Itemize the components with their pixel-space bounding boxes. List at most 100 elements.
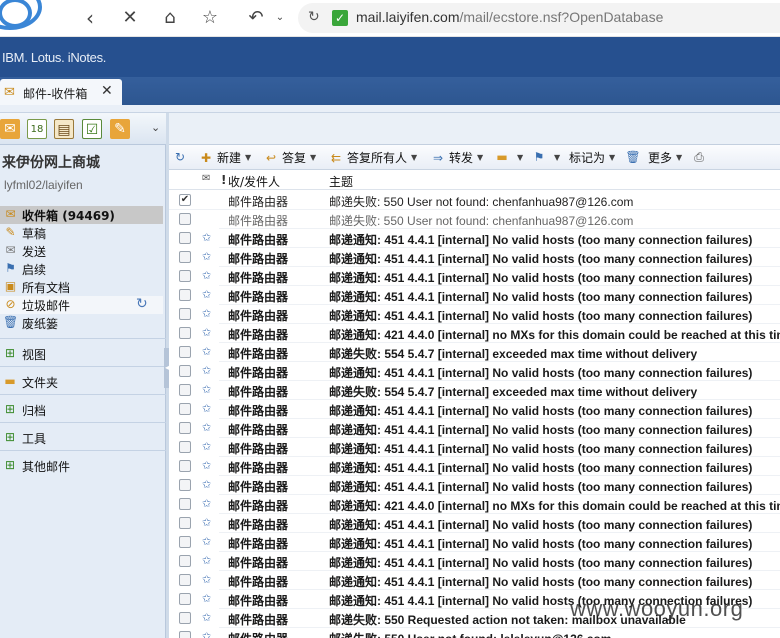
contacts-icon[interactable]: ▤ <box>54 119 74 139</box>
select-checkbox[interactable] <box>179 498 191 510</box>
select-checkbox[interactable] <box>179 612 191 624</box>
message-row[interactable]: ✔ 邮件路由器 邮递失败: 550 User not found: chenfanh… <box>169 191 780 210</box>
close-icon[interactable]: ✕ <box>116 5 144 31</box>
folder-all-docs[interactable]: ▣ 所有文档 <box>0 278 166 296</box>
calendar-icon[interactable]: 18 <box>27 119 47 139</box>
select-checkbox[interactable] <box>179 289 191 301</box>
new-button[interactable]: ✚ 新建 ▼ <box>198 149 251 167</box>
section-views[interactable]: ⊞ 视图 <box>0 338 166 366</box>
message-row[interactable]: ✩ 邮件路由器 邮递通知: 421 4.4.0 [internal] no MXs … <box>169 495 780 514</box>
select-checkbox[interactable] <box>179 422 191 434</box>
section-tools[interactable]: ⊞ 工具 <box>0 422 166 450</box>
select-checkbox[interactable] <box>179 327 191 339</box>
select-checkbox[interactable] <box>179 346 191 358</box>
message-row[interactable]: ✩ 邮件路由器 邮递通知: 451 4.4.1 [internal] No vali… <box>169 400 780 419</box>
select-checkbox[interactable] <box>179 251 191 263</box>
section-other-mail[interactable]: ⊞ 其他邮件 <box>0 450 166 478</box>
message-row[interactable]: ✩ 邮件路由器 邮递通知: 451 4.4.1 [internal] No vali… <box>169 267 780 286</box>
todo-icon[interactable]: ☑ <box>82 119 102 139</box>
message-row[interactable]: ✩ 邮件路由器 邮递通知: 451 4.4.1 [internal] No vali… <box>169 229 780 248</box>
select-checkbox[interactable]: ✔ <box>179 194 191 206</box>
notebook-icon[interactable]: ✎ <box>110 119 130 139</box>
print-button[interactable]: ⎙ <box>691 149 710 167</box>
message-row[interactable]: ✩ 邮件路由器 邮递通知: 451 4.4.1 [internal] No vali… <box>169 305 780 324</box>
importance-column[interactable]: ! <box>221 173 226 187</box>
dropdown-arrow-icon[interactable]: ▼ <box>477 153 483 162</box>
select-checkbox[interactable] <box>179 441 191 453</box>
folder-sent[interactable]: ✉ 发送 <box>0 242 166 260</box>
select-checkbox[interactable] <box>179 574 191 586</box>
message-row[interactable]: ✩ 邮件路由器 邮递通知: 451 4.4.1 [internal] No vali… <box>169 248 780 267</box>
dropdown-arrow-icon[interactable]: ▼ <box>310 153 316 162</box>
dropdown-arrow-icon[interactable]: ▼ <box>245 153 251 162</box>
message-row[interactable]: ✩ 邮件路由器 邮递通知: 451 4.4.1 [internal] No vali… <box>169 419 780 438</box>
mail-column-icon[interactable]: ✉ <box>202 173 210 184</box>
dropdown-arrow-icon[interactable]: ▼ <box>609 153 615 162</box>
subject-column[interactable]: 主题 <box>329 173 353 190</box>
folder-trash[interactable]: 🗑 废纸篓 <box>0 314 166 332</box>
mail-app-icon[interactable]: ✉ <box>0 119 20 139</box>
select-checkbox[interactable] <box>179 308 191 320</box>
section-folders[interactable]: ▬ 文件夹 <box>0 366 166 394</box>
refresh-icon[interactable]: ↻ <box>136 296 148 312</box>
message-row[interactable]: ✩ 邮件路由器 邮递通知: 451 4.4.1 [internal] No vali… <box>169 571 780 590</box>
from-column[interactable]: 收/发件人 <box>228 173 280 190</box>
folder-followup[interactable]: ⚑ 启续 <box>0 260 166 278</box>
more-button[interactable]: 更多 ▼ <box>648 149 682 167</box>
folder-drafts[interactable]: ✎ 草稿 <box>0 224 166 242</box>
select-checkbox[interactable] <box>179 270 191 282</box>
favorite-star-icon[interactable]: ☆ <box>196 5 224 31</box>
message-row[interactable]: ✩ 邮件路由器 邮递通知: 451 4.4.1 [internal] No vali… <box>169 514 780 533</box>
message-row[interactable]: ✩ 邮件路由器 邮递通知: 451 4.4.1 [internal] No vali… <box>169 438 780 457</box>
folder-junk[interactable]: ⊘ 垃圾邮件 ↻ <box>0 296 163 314</box>
select-checkbox[interactable] <box>179 403 191 415</box>
tab-inbox[interactable]: ✉ 邮件-收件箱 ✕ <box>0 79 122 105</box>
select-checkbox[interactable] <box>179 213 191 225</box>
message-row[interactable]: ✩ 邮件路由器 邮递失败: 554 5.4.7 [internal] exceede… <box>169 343 780 362</box>
more-apps-icon[interactable]: ⌄ <box>151 121 160 134</box>
reply-button[interactable]: ↩ 答复 ▼ <box>263 149 316 167</box>
refresh-icon[interactable]: ↻ <box>308 9 320 25</box>
select-checkbox[interactable] <box>179 593 191 605</box>
reply-all-button[interactable]: ⇇ 答复所有人 ▼ <box>328 149 417 167</box>
message-row[interactable]: ✩ 邮件路由器 邮递通知: 451 4.4.1 [internal] No vali… <box>169 362 780 381</box>
dropdown-arrow-icon[interactable]: ▼ <box>676 153 682 162</box>
row-gutter <box>169 476 219 495</box>
message-row[interactable]: ✩ 邮件路由器 邮递通知: 451 4.4.1 [internal] No vali… <box>169 533 780 552</box>
message-row[interactable]: 邮件路由器 邮递失败: 550 User not found: chenfanhu… <box>169 210 780 229</box>
mark-as-button[interactable]: 标记为 ▼ <box>569 149 615 167</box>
select-checkbox[interactable] <box>179 479 191 491</box>
select-checkbox[interactable] <box>179 536 191 548</box>
select-checkbox[interactable] <box>179 460 191 472</box>
select-checkbox[interactable] <box>179 631 191 638</box>
message-row[interactable]: ✩ 邮件路由器 邮递通知: 421 4.4.0 [internal] no MXs … <box>169 324 780 343</box>
home-icon[interactable]: ⌂ <box>156 5 184 31</box>
select-checkbox[interactable] <box>179 232 191 244</box>
select-checkbox[interactable] <box>179 384 191 396</box>
move-folder-button[interactable]: ▬ ▼ <box>494 149 523 167</box>
refresh-button[interactable]: ↻ <box>172 149 191 167</box>
message-row[interactable]: ✩ 邮件路由器 邮递失败: 550 User not found: leleleyu… <box>169 628 780 638</box>
message-row[interactable]: ✩ 邮件路由器 邮递通知: 451 4.4.1 [internal] No vali… <box>169 552 780 571</box>
select-checkbox[interactable] <box>179 365 191 377</box>
section-archive[interactable]: ⊞ 归档 <box>0 394 166 422</box>
unread-star-icon: ✩ <box>202 402 212 415</box>
message-row[interactable]: ✩ 邮件路由器 邮递通知: 451 4.4.1 [internal] No vali… <box>169 476 780 495</box>
back-icon[interactable]: ‹ <box>76 5 104 31</box>
message-row[interactable]: ✩ 邮件路由器 邮递通知: 451 4.4.1 [internal] No vali… <box>169 286 780 305</box>
tab-close-icon[interactable]: ✕ <box>101 83 113 99</box>
dropdown-arrow-icon[interactable]: ▼ <box>411 153 417 162</box>
folder-inbox[interactable]: ✉ 收件箱 (94469) <box>0 206 163 224</box>
select-checkbox[interactable] <box>179 517 191 529</box>
message-row[interactable]: ✩ 邮件路由器 邮递失败: 554 5.4.7 [internal] exceede… <box>169 381 780 400</box>
dropdown-arrow-icon[interactable]: ▼ <box>554 153 560 162</box>
chevron-down-icon[interactable]: ⌄ <box>266 5 294 31</box>
dropdown-arrow-icon[interactable]: ▼ <box>517 153 523 162</box>
url-text[interactable]: mail.laiyifen.com/mail/ecstore.nsf?OpenD… <box>356 9 663 25</box>
message-row[interactable]: ✩ 邮件路由器 邮递通知: 451 4.4.1 [internal] No vali… <box>169 457 780 476</box>
address-bar[interactable]: ↻ ✓ mail.laiyifen.com/mail/ecstore.nsf?O… <box>298 3 780 33</box>
forward-button[interactable]: ⇒ 转发 ▼ <box>430 149 483 167</box>
delete-button[interactable]: 🗑 <box>625 149 644 167</box>
flag-button[interactable]: ⚑ ▼ <box>531 149 561 167</box>
select-checkbox[interactable] <box>179 555 191 567</box>
